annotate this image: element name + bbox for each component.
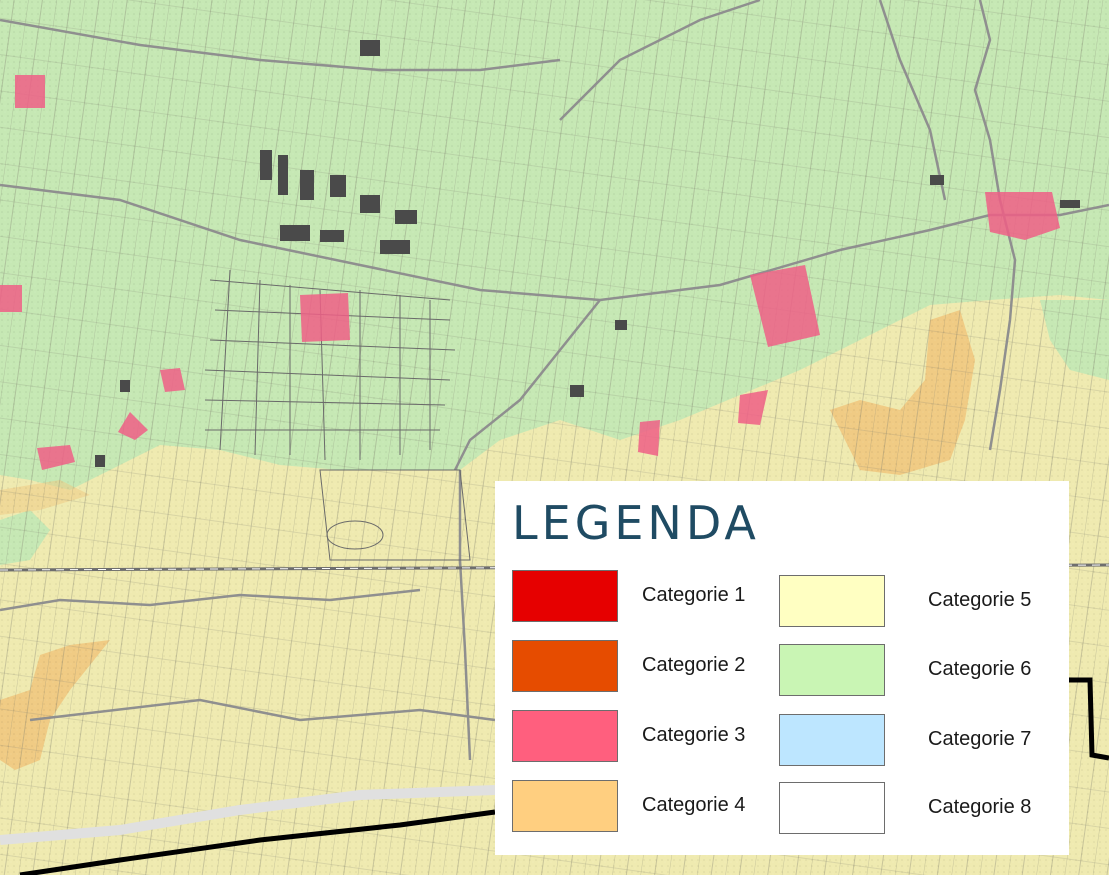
legend-swatch <box>512 710 618 762</box>
legend-swatch <box>779 644 885 696</box>
legend-swatch <box>779 575 885 627</box>
legend-swatch <box>512 780 618 832</box>
map-view[interactable]: LEGENDA Categorie 1 Categorie 2 Categori… <box>0 0 1109 875</box>
legend-swatch <box>779 782 885 834</box>
legend-label: Categorie 8 <box>928 796 1032 818</box>
legend-label: Categorie 7 <box>928 728 1032 750</box>
legend-label: Categorie 6 <box>928 658 1032 680</box>
legend-label: Categorie 4 <box>642 794 746 816</box>
legend-swatch <box>512 570 618 622</box>
legend-title: LEGENDA <box>512 496 760 550</box>
legend-label: Categorie 3 <box>642 724 746 746</box>
legend-label: Categorie 1 <box>642 584 746 606</box>
legend-label: Categorie 5 <box>928 589 1032 611</box>
legend-label: Categorie 2 <box>642 654 746 676</box>
map-legend: LEGENDA Categorie 1 Categorie 2 Categori… <box>495 481 1069 855</box>
legend-swatch <box>779 714 885 766</box>
legend-swatch <box>512 640 618 692</box>
